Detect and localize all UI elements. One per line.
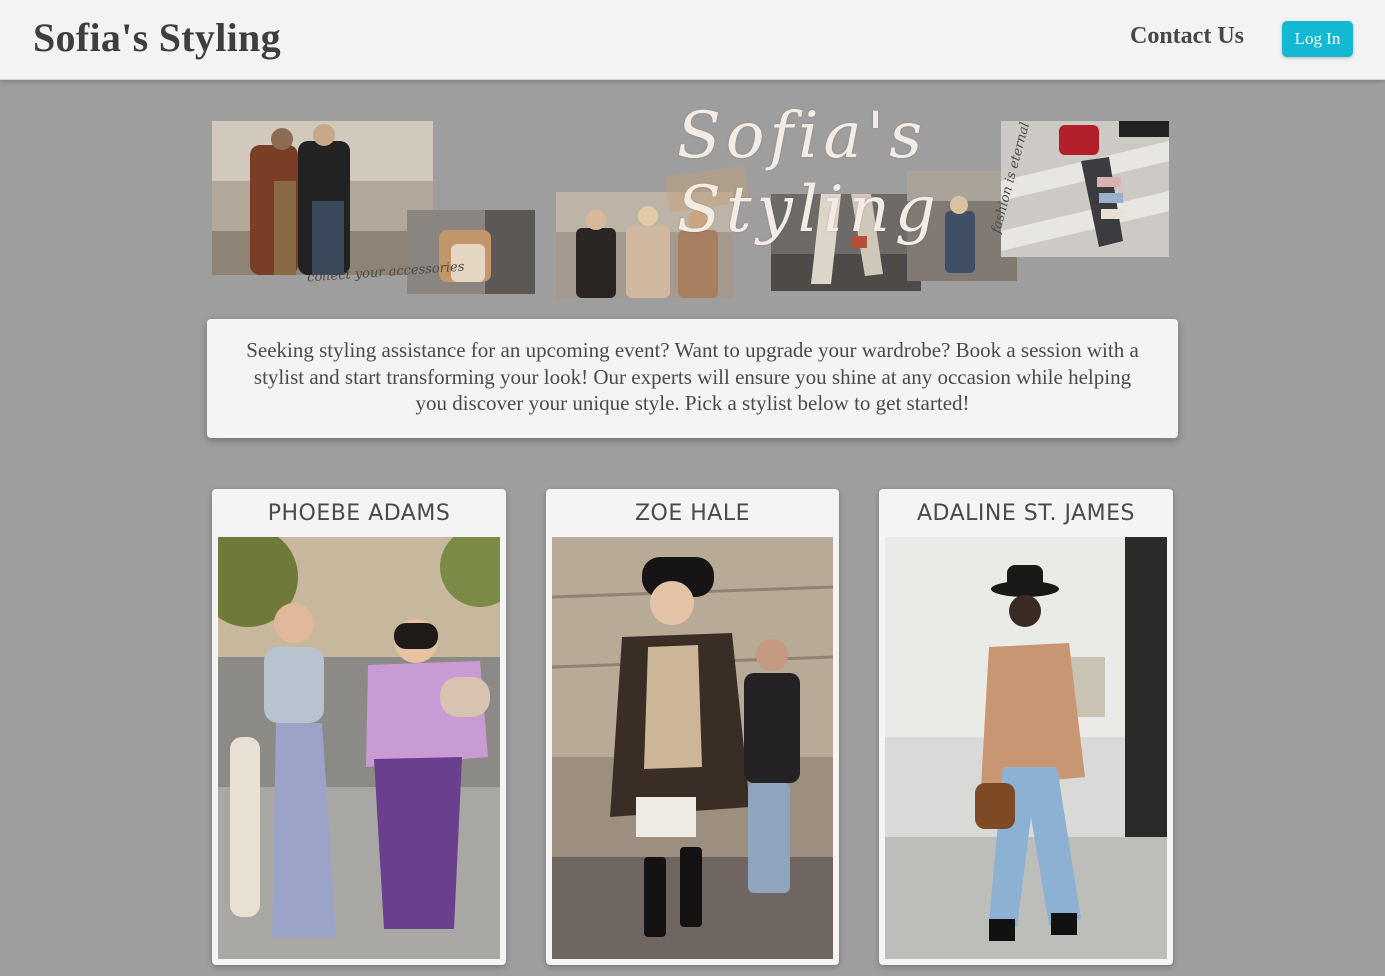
stylist-card-phoebe-adams[interactable]: PHOEBE ADAMS (212, 489, 506, 965)
brand-logo[interactable]: Sofia's Styling (33, 14, 281, 61)
stylist-name: ZOE HALE (634, 501, 751, 526)
top-navbar: Sofia's Styling Contact Us Log In (0, 0, 1385, 80)
stylist-photo[interactable] (218, 537, 500, 959)
intro-text: Seeking styling assistance for an upcomi… (246, 338, 1139, 415)
banner-photo-handbag (407, 210, 535, 294)
contact-us-link[interactable]: Contact Us (1130, 23, 1244, 50)
stylist-name: ADALINE ST. JAMES (916, 501, 1136, 526)
intro-box: Seeking styling assistance for an upcomi… (207, 319, 1178, 438)
stylist-card-zoe-hale[interactable]: ZOE HALE (546, 489, 839, 965)
banner-photo-couple (212, 121, 433, 275)
stylist-card-adaline-st-james[interactable]: ADALINE ST. JAMES (879, 489, 1173, 965)
login-button[interactable]: Log In (1282, 21, 1353, 57)
stylist-photo[interactable] (885, 537, 1167, 959)
banner-script-title: Sofia's Styling (677, 99, 941, 247)
stylist-photo[interactable] (552, 537, 833, 959)
stylist-name: PHOEBE ADAMS (267, 501, 451, 526)
hero-banner-collage: Sofia's Styling collect your accessories… (207, 97, 1174, 303)
